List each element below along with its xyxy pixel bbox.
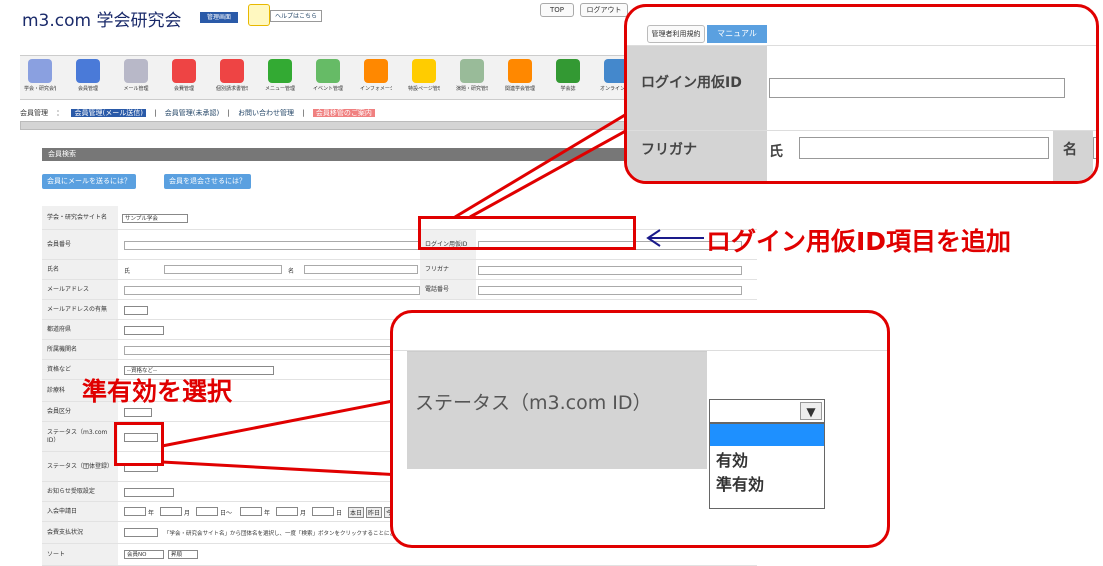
chevron-down-icon: ▼ — [800, 402, 822, 420]
select-annotation: 準有効を選択 — [82, 377, 233, 406]
arrow-icon — [646, 229, 704, 247]
furigana-sei-input[interactable] — [799, 137, 1049, 159]
manual-tab[interactable]: マニュアル — [707, 25, 767, 43]
status-label: ステータス（m3.com ID） — [415, 392, 652, 414]
status-dropdown[interactable]: 有効 準有効 — [709, 423, 825, 509]
status-select[interactable]: ▼ — [709, 399, 825, 423]
login-id-label: ログイン用仮ID — [627, 46, 767, 130]
option-valid[interactable]: 有効 — [710, 446, 824, 472]
option-blank[interactable] — [710, 424, 824, 446]
option-semi-valid[interactable]: 準有効 — [710, 472, 824, 498]
login-id-input[interactable] — [769, 78, 1065, 98]
add-field-annotation: ログイン用仮ID項目を追加 — [706, 227, 1012, 256]
furigana-mei-input[interactable] — [1093, 137, 1096, 159]
login-id-callout: 管理者利用規約 マニュアル ログイン用仮ID フリガナ 氏 名 — [624, 4, 1099, 184]
status-callout: ステータス（m3.com ID） ▼ 有効 準有効 — [390, 310, 890, 548]
furigana-label: フリガナ — [627, 131, 767, 181]
terms-tab[interactable]: 管理者利用規約 — [647, 25, 705, 43]
